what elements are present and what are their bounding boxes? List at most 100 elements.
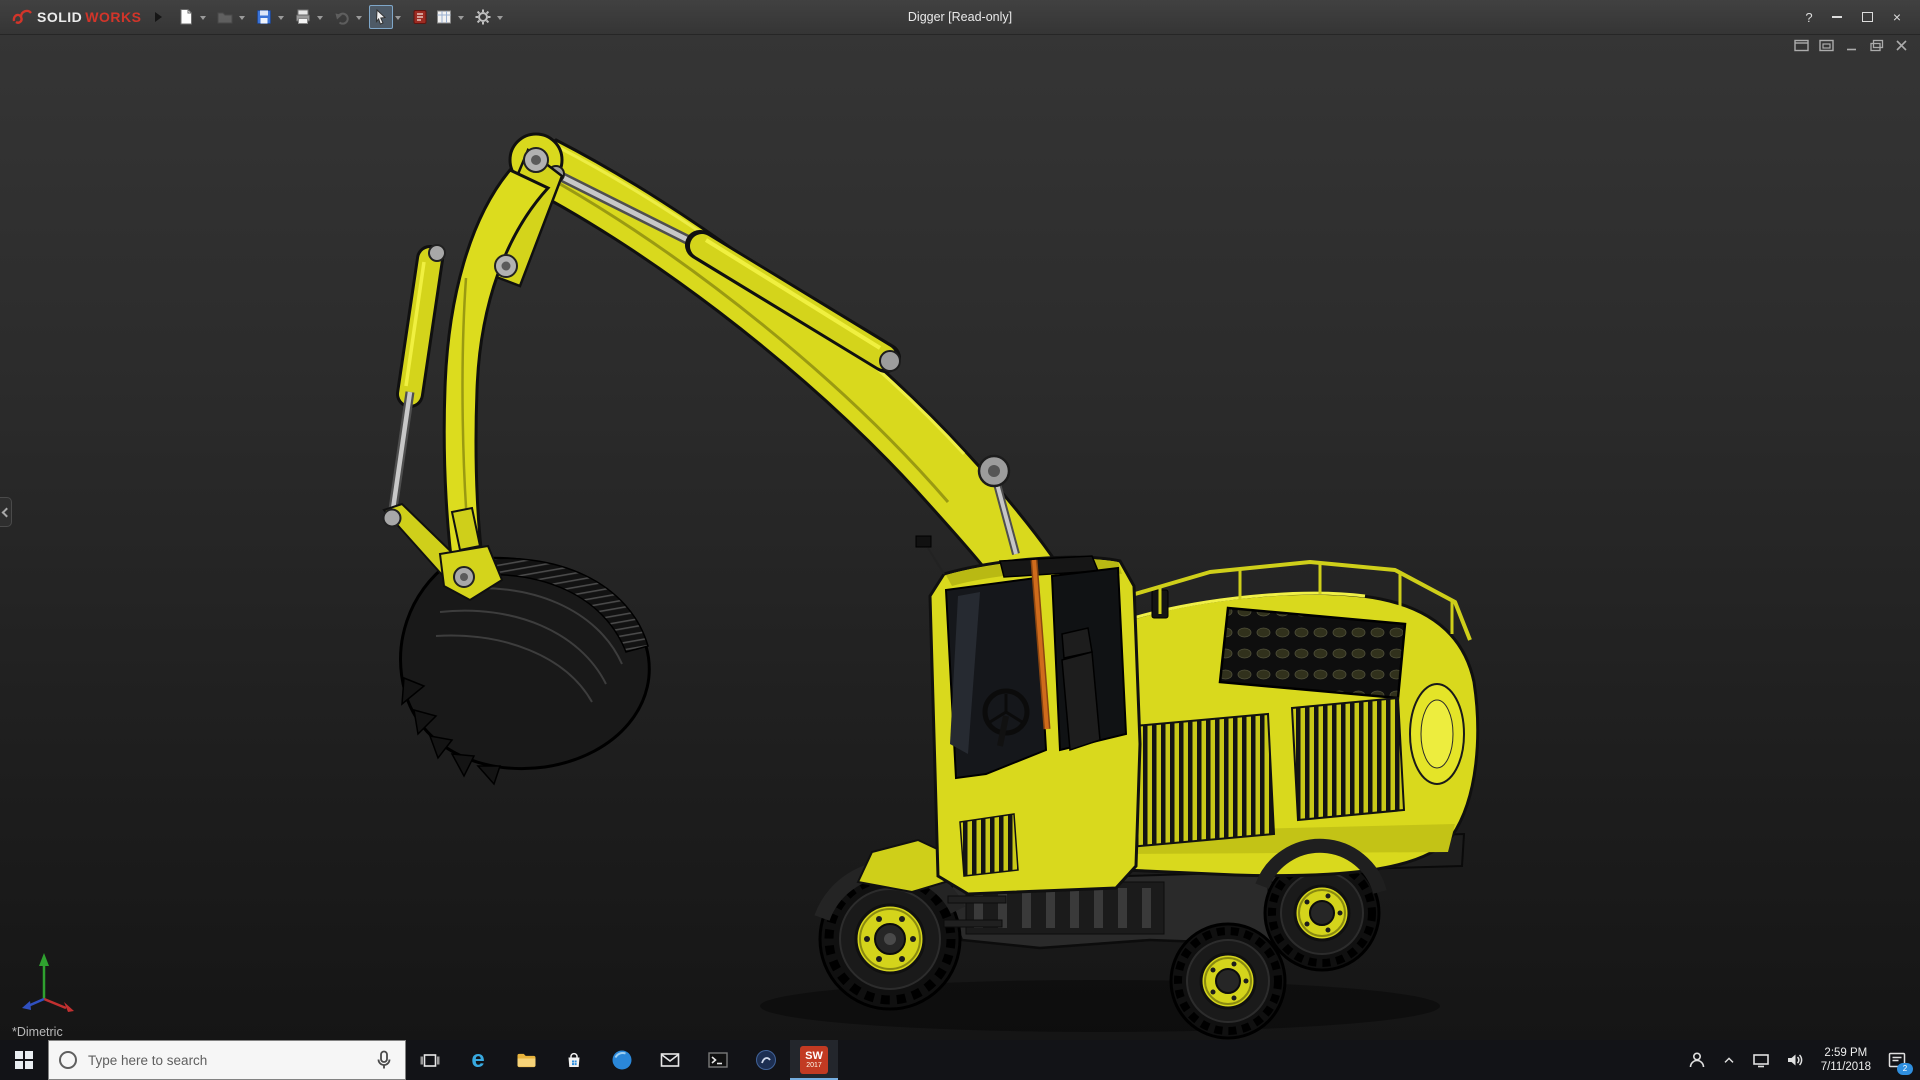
bucket-cylinder[interactable] [387,245,444,517]
solidworks-2017-button[interactable]: SW 2017 [790,1040,838,1080]
new-document-icon [180,9,193,25]
bucket-linkage[interactable] [382,502,504,602]
task-view-button[interactable] [406,1040,454,1080]
undo-button[interactable] [330,5,354,29]
dropdown-caret-icon[interactable] [278,15,285,23]
featuremanager-collapsed-tab[interactable] [0,497,12,527]
graphics-area[interactable]: *Dimetric [0,35,1920,1040]
boom[interactable] [508,132,1081,624]
windows-logo-icon [15,1051,33,1069]
minimize-doc-button[interactable] [1844,39,1860,52]
edge-icon: e [471,1046,485,1073]
taskbar-search[interactable] [48,1040,406,1080]
dark-circle-app-icon [756,1050,776,1070]
chevron-left-icon [1,507,12,517]
minimize-button[interactable] [1822,5,1852,29]
options-button[interactable] [471,5,495,29]
close-doc-button[interactable] [1894,39,1910,52]
blue-circle-app-button[interactable] [598,1040,646,1080]
select-cursor-icon [376,8,387,25]
dock-window-button[interactable] [1819,39,1835,52]
document-title: Digger [Read-only] [907,10,1013,24]
dropdown-caret-icon[interactable] [239,15,246,23]
titlebar: SOLID WORKS Digger [Read-only] ? × [0,0,1920,35]
blue-circle-app-icon [612,1050,632,1070]
brand-works-text: WORKS [85,9,142,25]
restore-doc-button[interactable] [1869,39,1885,52]
open-folder-icon [217,12,233,24]
bucket[interactable] [399,556,651,786]
select-tool-button[interactable] [369,5,394,29]
excavator-model[interactable] [0,35,1920,1040]
engine-housing[interactable] [1110,560,1480,894]
terminal-button[interactable] [694,1040,742,1080]
file-explorer-button[interactable] [502,1040,550,1080]
search-input[interactable] [86,1051,364,1069]
cab[interactable] [915,535,1142,896]
gear-icon [475,9,491,25]
3ds-swirl-icon [12,9,32,24]
minimize-icon [1832,16,1842,18]
main-toolbar [174,5,510,29]
undo-icon [335,12,350,25]
windows-taskbar: e [0,1040,1920,1080]
new-document-button[interactable] [174,5,198,29]
microphone-icon[interactable] [373,1049,395,1071]
dropdown-caret-icon[interactable] [356,15,363,23]
evaluate-sheet-button[interactable] [432,5,456,29]
brand-solid-text: SOLID [37,9,83,25]
solidworks-window: SOLID WORKS Digger [Read-only] ? × *Dime… [0,0,1920,1080]
save-button[interactable] [252,5,276,29]
dropdown-caret-icon[interactable] [317,15,324,23]
dropdown-caret-icon[interactable] [458,15,465,23]
terminal-icon [708,1052,728,1068]
document-window-controls [1794,39,1910,52]
toolbar-flyout-arrow-icon[interactable] [155,12,163,22]
dropdown-caret-icon[interactable] [395,15,402,23]
dropdown-caret-icon[interactable] [497,15,504,23]
notification-badge: 2 [1897,1063,1913,1075]
orientation-triad [22,953,74,1012]
save-icon [257,10,272,24]
close-button[interactable]: × [1882,5,1912,29]
maximize-button[interactable] [1852,5,1882,29]
action-center-button[interactable]: 2 [1880,1040,1914,1080]
solidworks-logo: SOLID WORKS [0,7,147,27]
z-axis-arrow [22,1001,31,1010]
float-window-icon [1794,39,1809,52]
view-orientation-label: *Dimetric [12,1025,63,1039]
float-window-button[interactable] [1794,39,1810,52]
volume-button[interactable] [1778,1040,1812,1080]
y-axis-arrow [39,953,49,966]
volume-icon [1787,1054,1803,1066]
mail-button[interactable] [646,1040,694,1080]
store-button[interactable] [550,1040,598,1080]
dark-circle-app-button[interactable] [742,1040,790,1080]
tray-expand-button[interactable] [1714,1040,1744,1080]
edge-button[interactable]: e [454,1040,502,1080]
store-icon [568,1052,580,1067]
network-icon [1752,1054,1769,1068]
help-button[interactable]: ? [1796,10,1822,25]
cab-vent [959,813,1019,877]
mail-icon [660,1053,680,1067]
taskbar-empty-space [838,1040,1680,1080]
open-button[interactable] [213,5,237,29]
clock-time: 2:59 PM [1824,1047,1868,1059]
people-icon [1689,1052,1704,1068]
chevron-up-icon [1724,1057,1734,1063]
close-doc-icon [1896,40,1907,51]
cortana-icon [59,1051,77,1069]
wheel-front-right[interactable] [1169,922,1287,1040]
engine-vent-panel [1218,606,1407,700]
print-button[interactable] [291,5,315,29]
start-button[interactable] [0,1040,48,1080]
boom-cylinder[interactable] [547,165,901,373]
dropdown-caret-icon[interactable] [200,15,207,23]
network-button[interactable] [1744,1040,1778,1080]
clock[interactable]: 2:59 PM 7/11/2018 [1812,1046,1880,1074]
window-controls: ? × [1796,5,1920,29]
design-library-icon [413,10,427,24]
design-library-button[interactable] [408,5,432,29]
people-button[interactable] [1680,1040,1714,1080]
